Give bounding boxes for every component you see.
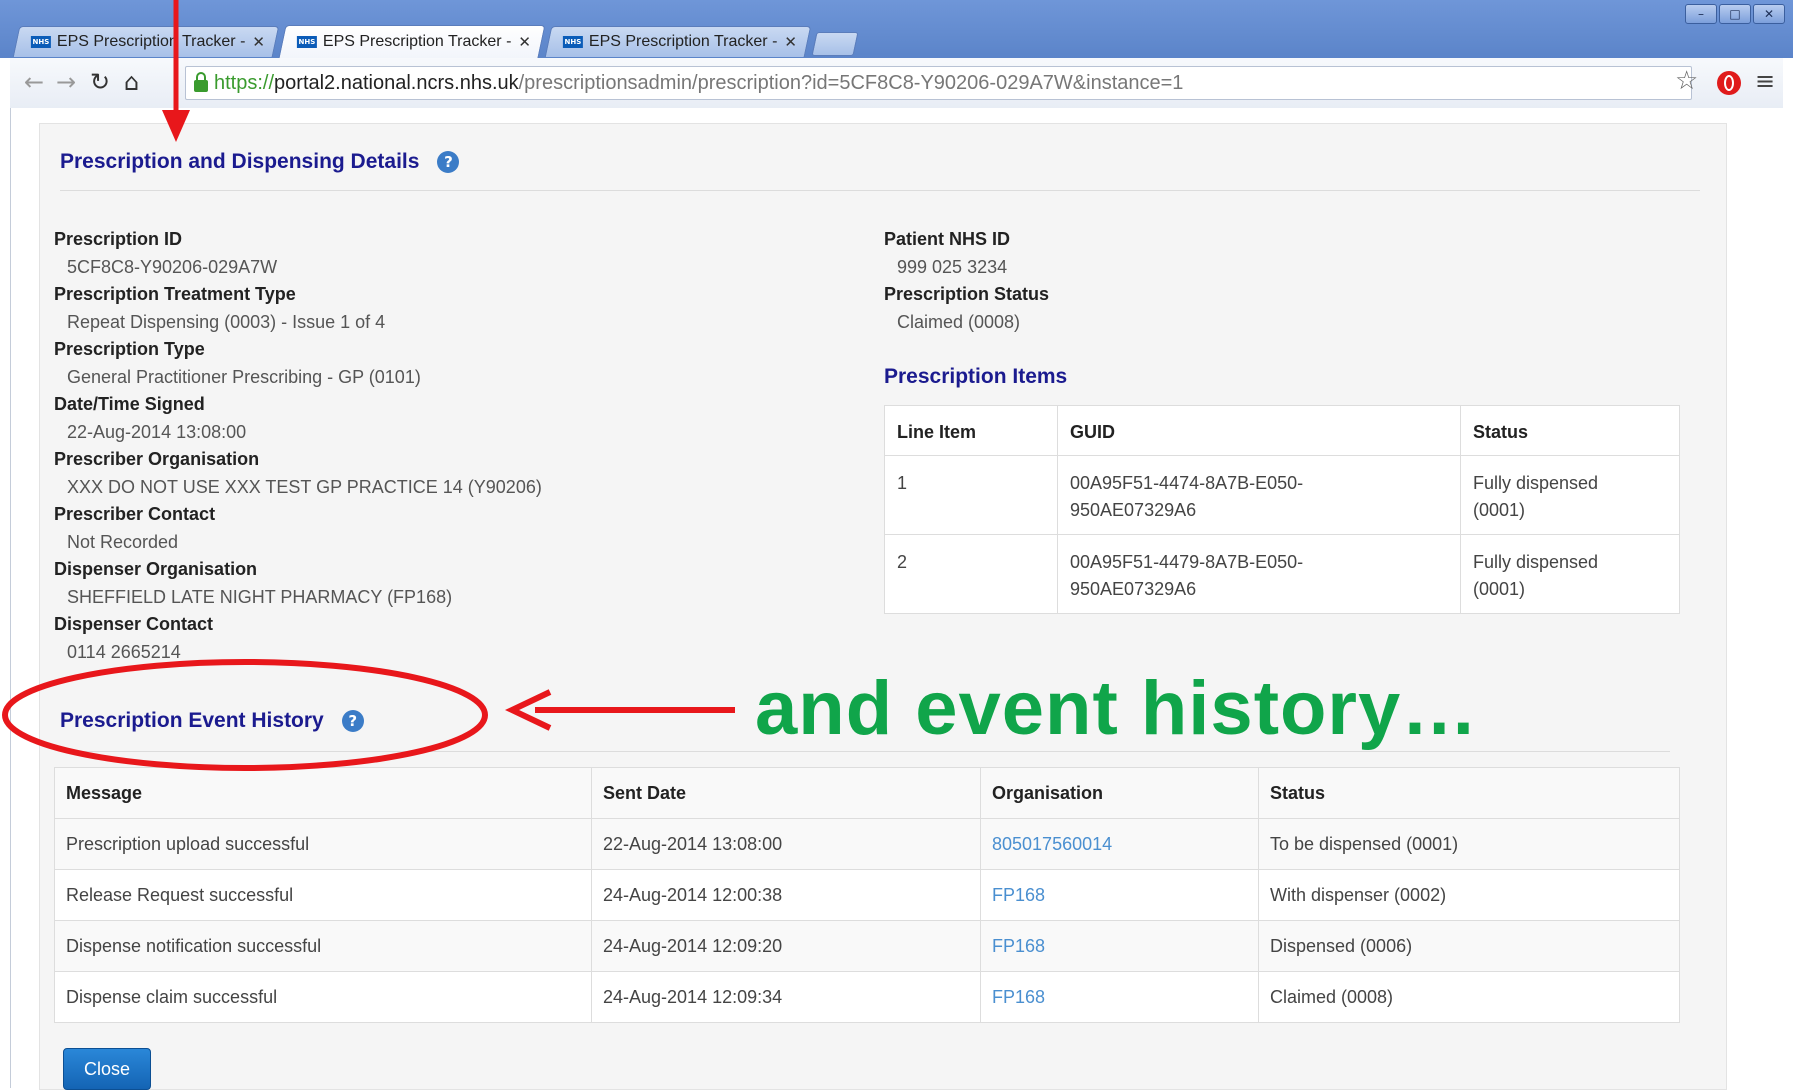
annotation-overlay — [2, 0, 735, 771]
annotation-ellipse — [2, 659, 488, 771]
annotation-text: and event history… — [755, 666, 1479, 751]
annotation-arrow-head — [162, 110, 190, 142]
